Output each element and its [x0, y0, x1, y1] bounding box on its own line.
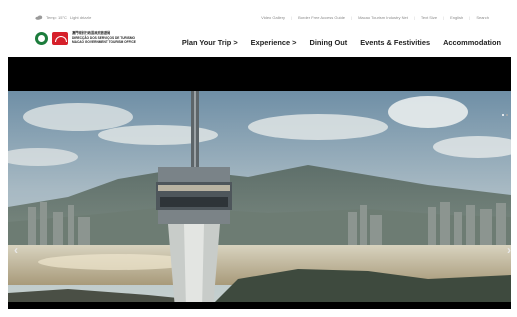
divider: |: [443, 15, 445, 20]
link-border-free-guide[interactable]: Border Free Access Guide: [298, 15, 345, 20]
text-size-control[interactable]: Text Size: [421, 15, 437, 20]
weather-desc: Light drizzle: [69, 15, 92, 20]
logo-text: 澳門特別行政區政府旅遊局 DIRECÇÃO DOS SERVIÇOS DE TU…: [72, 31, 136, 45]
carousel-next-button[interactable]: ›: [507, 243, 511, 257]
divider: |: [291, 15, 293, 20]
carousel-pagination: [502, 114, 508, 116]
divider: |: [413, 15, 415, 20]
carousel-prev-button[interactable]: ‹: [14, 243, 18, 257]
page-frame: Temp: 15°C Light drizzle Video Gallery |…: [8, 8, 511, 309]
carousel-dot[interactable]: [506, 114, 508, 116]
logo-line-english: MACAO GOVERNMENT TOURISM OFFICE: [72, 40, 136, 45]
search-link[interactable]: Search: [476, 15, 489, 20]
nav-dining-out[interactable]: Dining Out: [309, 38, 347, 47]
link-video-gallery[interactable]: Video Gallery: [261, 15, 285, 20]
nav-accommodation[interactable]: Accommodation: [443, 38, 501, 47]
mgto-logo-icon: [52, 32, 68, 45]
hero-carousel[interactable]: ‹ ›: [8, 57, 511, 309]
carousel-dot[interactable]: [502, 114, 504, 116]
macao-emblem-icon: [35, 32, 48, 45]
cloud-icon: [35, 15, 43, 20]
link-industry-net[interactable]: Macao Tourism Industry Net: [358, 15, 408, 20]
nav-events-festivities[interactable]: Events & Festivities: [360, 38, 430, 47]
main-nav: Plan Your Trip > Experience > Dining Out…: [182, 38, 501, 47]
weather-temp: Temp: 15°C: [46, 15, 67, 20]
hero-image: [8, 57, 511, 309]
language-selector[interactable]: English: [450, 15, 463, 20]
divider: |: [351, 15, 353, 20]
site-logo[interactable]: 澳門特別行政區政府旅遊局 DIRECÇÃO DOS SERVIÇOS DE TU…: [35, 31, 136, 45]
nav-experience[interactable]: Experience >: [251, 38, 297, 47]
weather-widget: Temp: 15°C Light drizzle: [35, 15, 91, 20]
nav-plan-your-trip[interactable]: Plan Your Trip >: [182, 38, 238, 47]
main-header: 澳門特別行政區政府旅遊局 DIRECÇÃO DOS SERVIÇOS DE TU…: [8, 26, 511, 55]
utility-bar: Temp: 15°C Light drizzle Video Gallery |…: [8, 8, 511, 26]
divider: |: [469, 15, 471, 20]
utility-links: Video Gallery | Border Free Access Guide…: [261, 15, 489, 20]
